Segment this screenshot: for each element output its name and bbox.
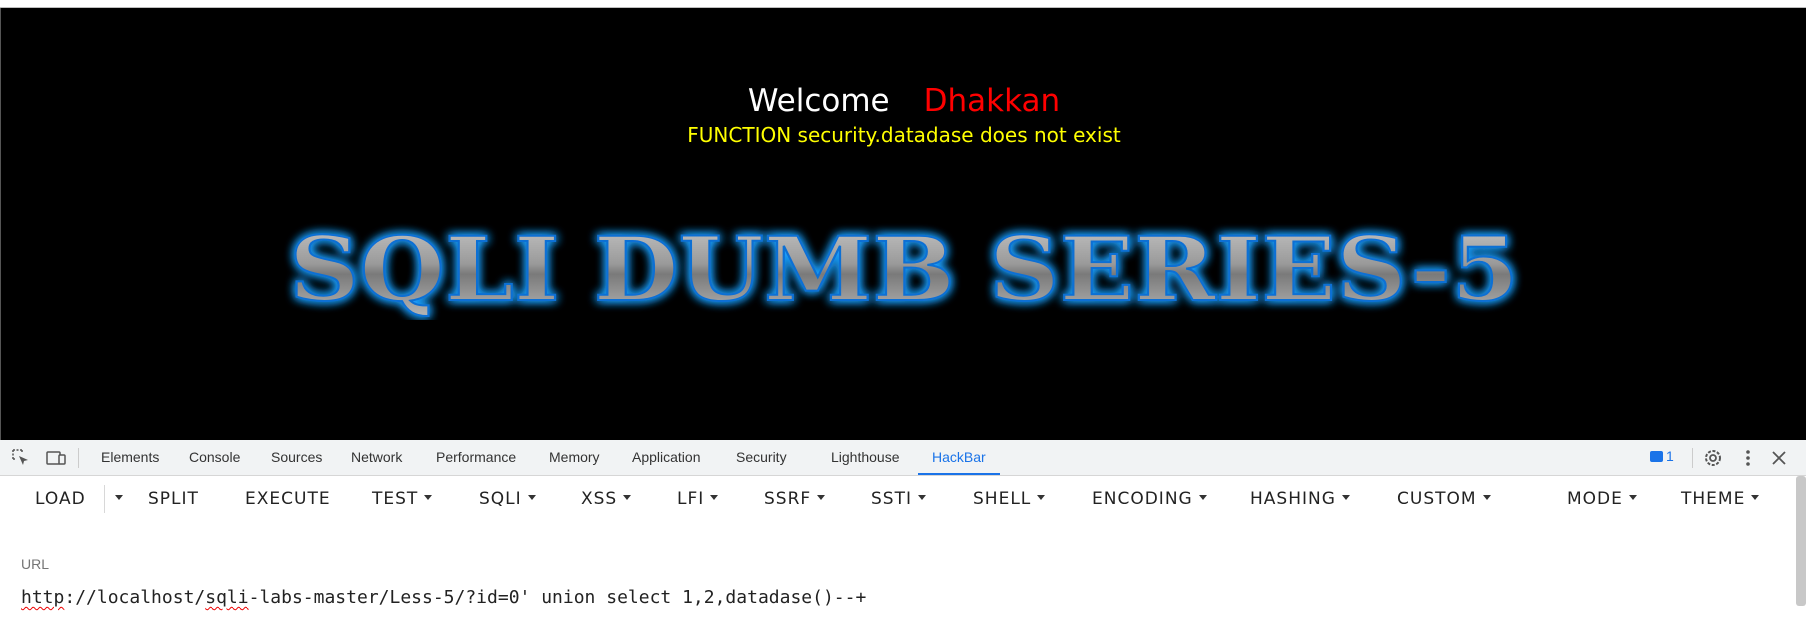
load-button[interactable]: LOAD (35, 476, 86, 522)
tab-memory[interactable]: Memory (549, 440, 600, 475)
chevron-down-icon (1482, 494, 1491, 500)
url-path: -labs-master/Less-5/?id=0' union select … (248, 587, 867, 608)
chevron-down-icon (527, 494, 536, 500)
chevron-down-icon (1341, 494, 1350, 500)
tab-separator (78, 448, 79, 468)
shell-menu[interactable]: SHELL (973, 476, 1046, 522)
sql-error-message: FUNCTION security.datadase does not exis… (687, 123, 1121, 147)
chevron-down-icon (424, 494, 433, 500)
tab-console[interactable]: Console (189, 440, 240, 475)
mode-menu[interactable]: MODE (1567, 476, 1637, 522)
shell-menu-label: SHELL (973, 489, 1032, 509)
tab-network[interactable]: Network (351, 440, 402, 475)
url-input[interactable]: http://localhost/sqli-labs-master/Less-5… (21, 587, 866, 608)
issues-badge[interactable]: 1 (1650, 448, 1674, 464)
ssti-menu[interactable]: SSTI (871, 476, 926, 522)
url-label: URL (21, 556, 50, 572)
theme-menu-label: THEME (1681, 489, 1746, 509)
split-button[interactable]: SPLIT (148, 476, 199, 522)
issues-count: 1 (1666, 448, 1674, 464)
custom-menu-label: CUSTOM (1397, 489, 1477, 509)
url-scheme: http (21, 587, 65, 608)
devtools-tabbar: Elements Console Sources Network Perform… (0, 440, 1806, 476)
inspect-element-icon[interactable] (10, 447, 32, 469)
welcome-label: Welcome (747, 83, 890, 119)
close-icon[interactable] (1768, 447, 1790, 469)
banner-image: SQLI DUMB SERIES-5 (1, 220, 1806, 320)
banner-title: SQLI DUMB SERIES-5 (289, 220, 1519, 320)
chevron-down-icon (1628, 494, 1637, 500)
ssrf-menu-label: SSRF (764, 489, 812, 509)
encoding-menu[interactable]: ENCODING (1092, 476, 1207, 522)
tab-elements[interactable]: Elements (101, 440, 159, 475)
browser-top-strip (0, 0, 1806, 8)
load-dropdown-button[interactable] (109, 476, 123, 522)
xss-menu-label: XSS (581, 489, 618, 509)
hackbar-toolbar: LOAD SPLIT EXECUTE TEST SQLI XSS LFI SSR… (0, 476, 1806, 522)
device-toolbar-icon[interactable] (45, 447, 67, 469)
devtools-panel: Elements Console Sources Network Perform… (0, 440, 1806, 618)
custom-menu[interactable]: CUSTOM (1397, 476, 1491, 522)
hashing-menu[interactable]: HASHING (1250, 476, 1350, 522)
ssrf-menu[interactable]: SSRF (764, 476, 826, 522)
tab-hackbar[interactable]: HackBar (918, 440, 1000, 475)
xss-menu[interactable]: XSS (581, 476, 632, 522)
ssti-menu-label: SSTI (871, 489, 912, 509)
hashing-menu-label: HASHING (1250, 489, 1336, 509)
tab-security[interactable]: Security (736, 440, 787, 475)
chevron-down-icon (710, 494, 719, 500)
user-name: Dhakkan (923, 83, 1061, 119)
tab-lighthouse[interactable]: Lighthouse (831, 440, 900, 475)
chevron-down-icon (1037, 494, 1046, 500)
theme-menu[interactable]: THEME (1681, 476, 1760, 522)
sqli-menu[interactable]: SQLI (479, 476, 536, 522)
chevron-down-icon (1751, 494, 1760, 500)
test-menu-label: TEST (372, 489, 419, 509)
chevron-down-icon (115, 494, 123, 500)
encoding-menu-label: ENCODING (1092, 489, 1193, 509)
url-host: ://localhost/ (64, 587, 206, 608)
execute-button[interactable]: EXECUTE (245, 476, 331, 522)
devtools-scrollbar[interactable] (1796, 476, 1806, 606)
settings-gear-icon[interactable] (1702, 447, 1724, 469)
tab-application[interactable]: Application (632, 440, 701, 475)
more-vert-icon[interactable] (1737, 447, 1759, 469)
url-misspelled-word: sqli (205, 587, 249, 608)
toolbar-divider (104, 485, 105, 513)
test-menu[interactable]: TEST (372, 476, 433, 522)
tab-performance[interactable]: Performance (436, 440, 516, 475)
chevron-down-icon (1198, 494, 1207, 500)
lfi-menu-label: LFI (677, 489, 705, 509)
chevron-down-icon (817, 494, 826, 500)
sqli-menu-label: SQLI (479, 489, 522, 509)
chevron-down-icon (623, 494, 632, 500)
tab-sources[interactable]: Sources (271, 440, 322, 475)
chevron-down-icon (917, 494, 926, 500)
issues-icon (1650, 450, 1663, 462)
welcome-line: Welcome Dhakkan (1, 83, 1806, 119)
web-page: Welcome Dhakkan FUNCTION security.datadas… (0, 8, 1806, 440)
lfi-menu[interactable]: LFI (677, 476, 719, 522)
tab-separator (1692, 448, 1693, 468)
mode-menu-label: MODE (1567, 489, 1623, 509)
